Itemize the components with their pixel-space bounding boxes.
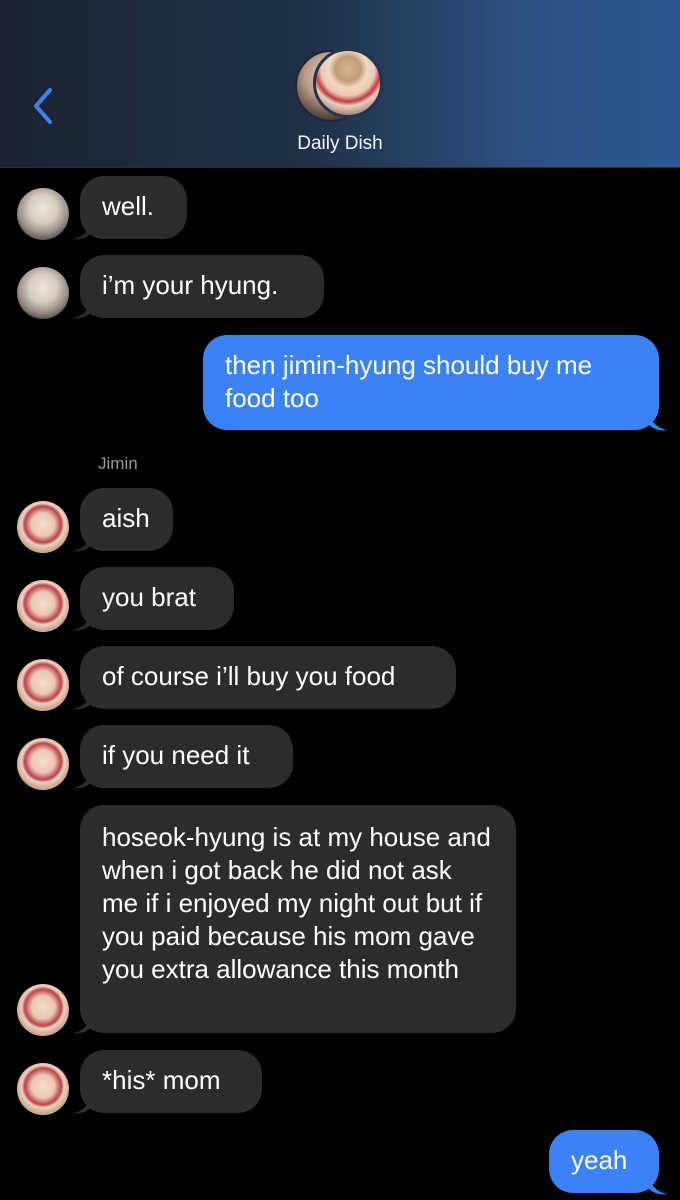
incoming-bubble-tail	[72, 610, 92, 631]
incoming-message[interactable]: you brat	[80, 567, 234, 630]
incoming-message[interactable]: *his* mom	[80, 1050, 262, 1113]
sender-avatar[interactable]	[17, 659, 69, 711]
sender-avatar[interactable]	[17, 738, 69, 790]
incoming-message[interactable]: aish	[80, 488, 173, 551]
incoming-bubble-tail	[72, 219, 92, 240]
outgoing-message[interactable]: yeah	[549, 1130, 659, 1193]
group-avatar-front-photo	[313, 48, 383, 118]
incoming-message[interactable]: of course i’ll buy you food	[80, 646, 456, 709]
sender-avatar[interactable]	[17, 501, 69, 553]
incoming-message[interactable]: well.	[80, 176, 187, 239]
incoming-bubble-tail	[72, 768, 92, 789]
outgoing-message[interactable]: then jimin-hyung should buy me food too	[203, 335, 659, 430]
sender-avatar[interactable]	[17, 188, 69, 240]
sender-avatar[interactable]	[17, 1063, 69, 1115]
incoming-bubble-tail	[72, 1093, 92, 1114]
incoming-message[interactable]: hoseok-hyung is at my house and when i g…	[80, 805, 516, 1033]
incoming-message[interactable]: i’m your hyung.	[80, 255, 324, 318]
incoming-bubble-tail	[72, 689, 92, 710]
sender-avatar[interactable]	[17, 267, 69, 319]
sender-name: Jimin	[98, 454, 138, 473]
incoming-bubble-tail	[72, 1013, 92, 1034]
sender-avatar[interactable]	[17, 580, 69, 632]
chevron-left-icon[interactable]	[28, 86, 60, 126]
outgoing-bubble-tail	[648, 410, 668, 431]
incoming-message[interactable]: if you need it	[80, 725, 293, 788]
outgoing-bubble-tail	[648, 1174, 668, 1195]
sender-avatar[interactable]	[17, 984, 69, 1036]
group-avatar[interactable]	[295, 48, 387, 122]
conversation-title[interactable]: Daily Dish	[0, 133, 680, 155]
incoming-bubble-tail	[72, 298, 92, 319]
conversation-header: Daily Dish	[0, 0, 680, 168]
incoming-bubble-tail	[72, 531, 92, 552]
